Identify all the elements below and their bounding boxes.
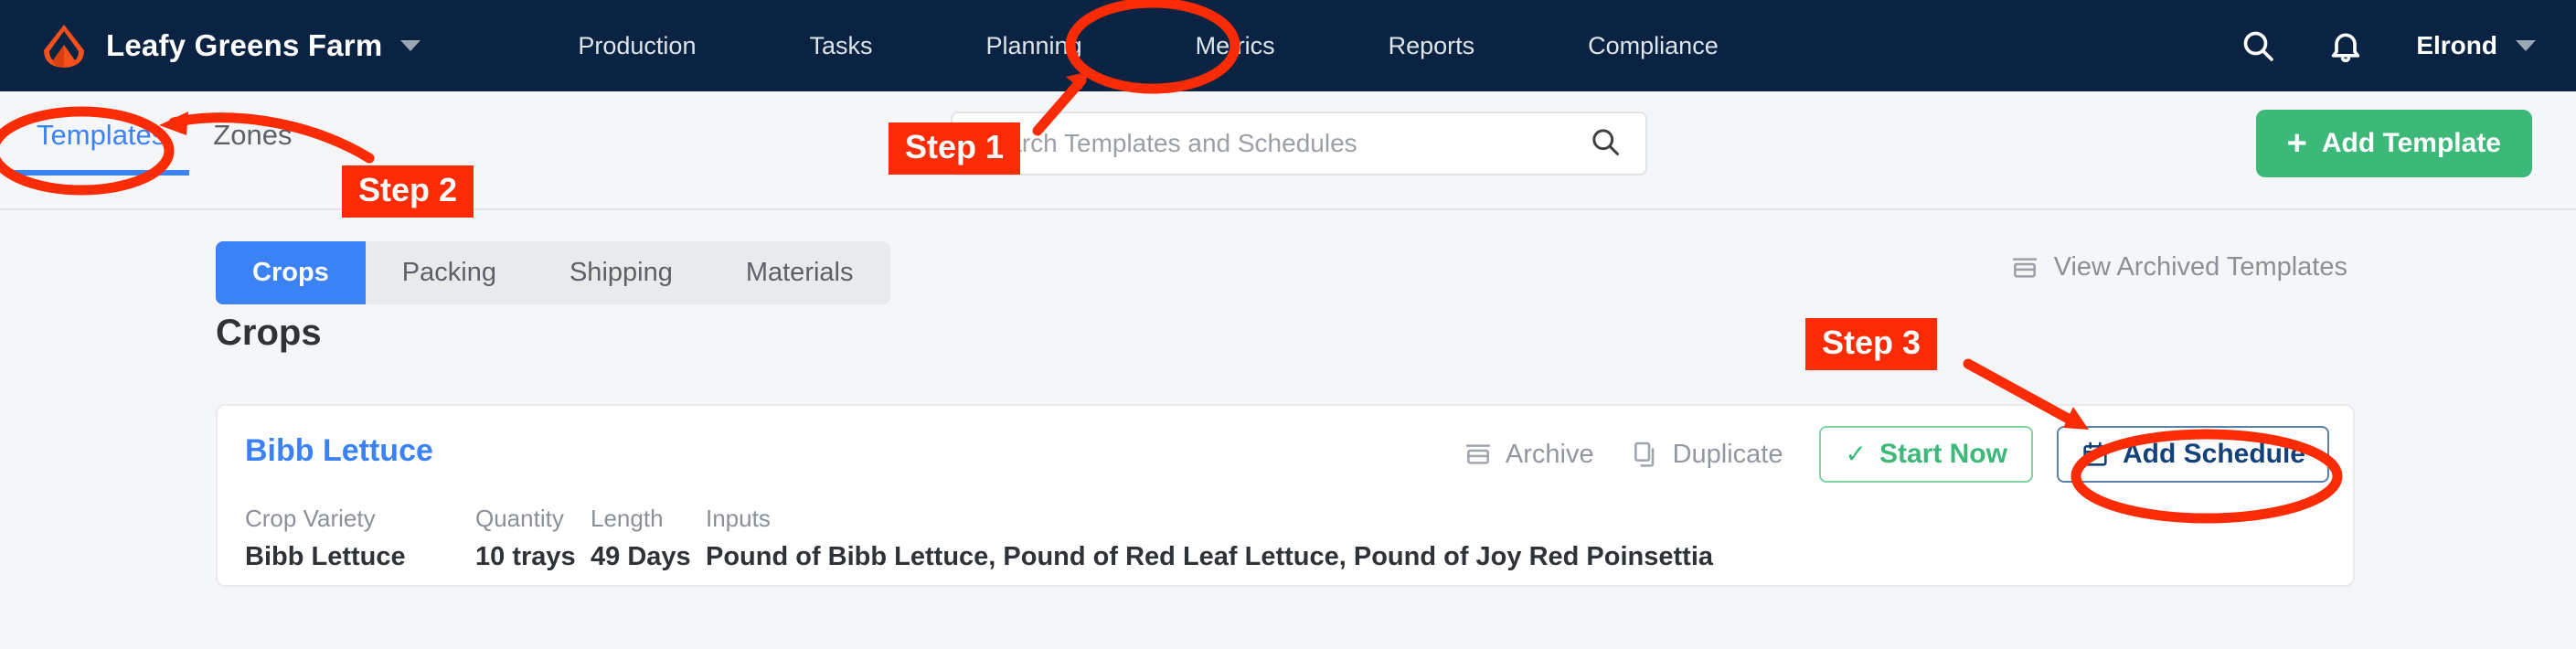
primary-nav: Production Tasks Planning Metrics Report… (574, 23, 1721, 69)
archive-label: Archive (1505, 439, 1594, 469)
template-name-link[interactable]: Bibb Lettuce (245, 433, 433, 469)
detail-crop-variety: Crop Variety Bibb Lettuce (245, 505, 475, 572)
detail-value: 10 trays (475, 542, 576, 571)
nav-link-tasks[interactable]: Tasks (805, 23, 876, 69)
detail-quantity: Quantity 10 trays (475, 505, 591, 572)
archive-icon (2012, 257, 2037, 278)
app-root: Leafy Greens Farm Production Tasks Plann… (0, 0, 2576, 649)
brand-name: Leafy Greens Farm (106, 28, 383, 62)
bell-icon[interactable] (2325, 25, 2367, 67)
add-schedule-label: Add Schedule (2122, 439, 2305, 469)
nav-link-production[interactable]: Production (574, 23, 699, 69)
nav-link-reports[interactable]: Reports (1385, 23, 1479, 69)
segment-packing[interactable]: Packing (366, 241, 533, 304)
add-template-label: Add Template (2321, 128, 2501, 158)
template-card: Bibb Lettuce Archive Duplicate ✓ Start N… (216, 404, 2355, 587)
chevron-down-icon[interactable] (400, 40, 421, 51)
start-now-button[interactable]: ✓ Start Now (1819, 426, 2033, 483)
annotation-step-1: Step 1 (889, 122, 1021, 176)
detail-inputs: Inputs Pound of Bibb Lettuce, Pound of R… (706, 505, 1713, 572)
chevron-down-icon[interactable] (2516, 40, 2536, 51)
brand-switcher[interactable]: Leafy Greens Farm (42, 23, 421, 69)
calendar-icon (2083, 442, 2107, 466)
template-type-segmented-control: Crops Packing Shipping Materials (216, 241, 890, 304)
leaf-logo-icon (44, 25, 84, 68)
archive-action[interactable]: Archive (1464, 440, 1594, 470)
detail-label: Crop Variety (245, 505, 376, 532)
segment-crops[interactable]: Crops (216, 241, 366, 304)
top-navigation-bar: Leafy Greens Farm Production Tasks Plann… (0, 0, 2576, 91)
check-icon: ✓ (1845, 440, 1867, 468)
search-icon[interactable] (1589, 125, 1622, 163)
nav-link-compliance[interactable]: Compliance (1584, 23, 1722, 69)
subtab-zones[interactable]: Zones (189, 112, 315, 176)
start-now-label: Start Now (1879, 439, 2007, 469)
nav-link-metrics[interactable]: Metrics (1192, 23, 1279, 69)
archive-icon (1465, 444, 1491, 464)
main-content: Crops Packing Shipping Materials View Ar… (0, 212, 2576, 649)
card-actions: Archive Duplicate ✓ Start Now Add Schedu… (1464, 426, 2329, 483)
detail-value: Pound of Bibb Lettuce, Pound of Red Leaf… (706, 542, 1714, 571)
template-details: Crop Variety Bibb Lettuce Quantity 10 tr… (245, 505, 1713, 572)
detail-length: Length 49 Days (591, 505, 706, 572)
search-icon[interactable] (2237, 25, 2279, 67)
duplicate-label: Duplicate (1672, 439, 1783, 469)
annotation-step-2: Step 2 (342, 165, 474, 218)
page-title: Crops (216, 313, 322, 353)
segment-materials[interactable]: Materials (709, 241, 890, 304)
detail-label: Inputs (706, 505, 771, 532)
nav-right-cluster: Elrond (2237, 0, 2536, 91)
view-archived-label: View Archived Templates (2053, 252, 2347, 282)
add-template-button[interactable]: + Add Template (2255, 110, 2532, 177)
copy-icon (1634, 442, 1654, 467)
annotation-step-3: Step 3 (1805, 318, 1938, 371)
search-placeholder: Search Templates and Schedules (976, 129, 1357, 157)
section-tabs: Templates Zones (13, 112, 315, 176)
segment-shipping[interactable]: Shipping (533, 241, 709, 304)
detail-label: Length (591, 505, 664, 532)
detail-value: 49 Days (591, 542, 691, 571)
view-archived-templates-link[interactable]: View Archived Templates (2010, 252, 2347, 282)
search-templates-input[interactable]: Search Templates and Schedules (951, 112, 1647, 176)
duplicate-action[interactable]: Duplicate (1631, 440, 1783, 470)
add-schedule-button[interactable]: Add Schedule (2056, 426, 2329, 483)
detail-label: Quantity (475, 505, 564, 532)
detail-value: Bibb Lettuce (245, 542, 406, 571)
nav-link-planning[interactable]: Planning (983, 23, 1086, 69)
plus-icon: + (2286, 124, 2307, 163)
user-menu-label[interactable]: Elrond (2416, 31, 2497, 60)
subtab-templates[interactable]: Templates (13, 112, 190, 176)
